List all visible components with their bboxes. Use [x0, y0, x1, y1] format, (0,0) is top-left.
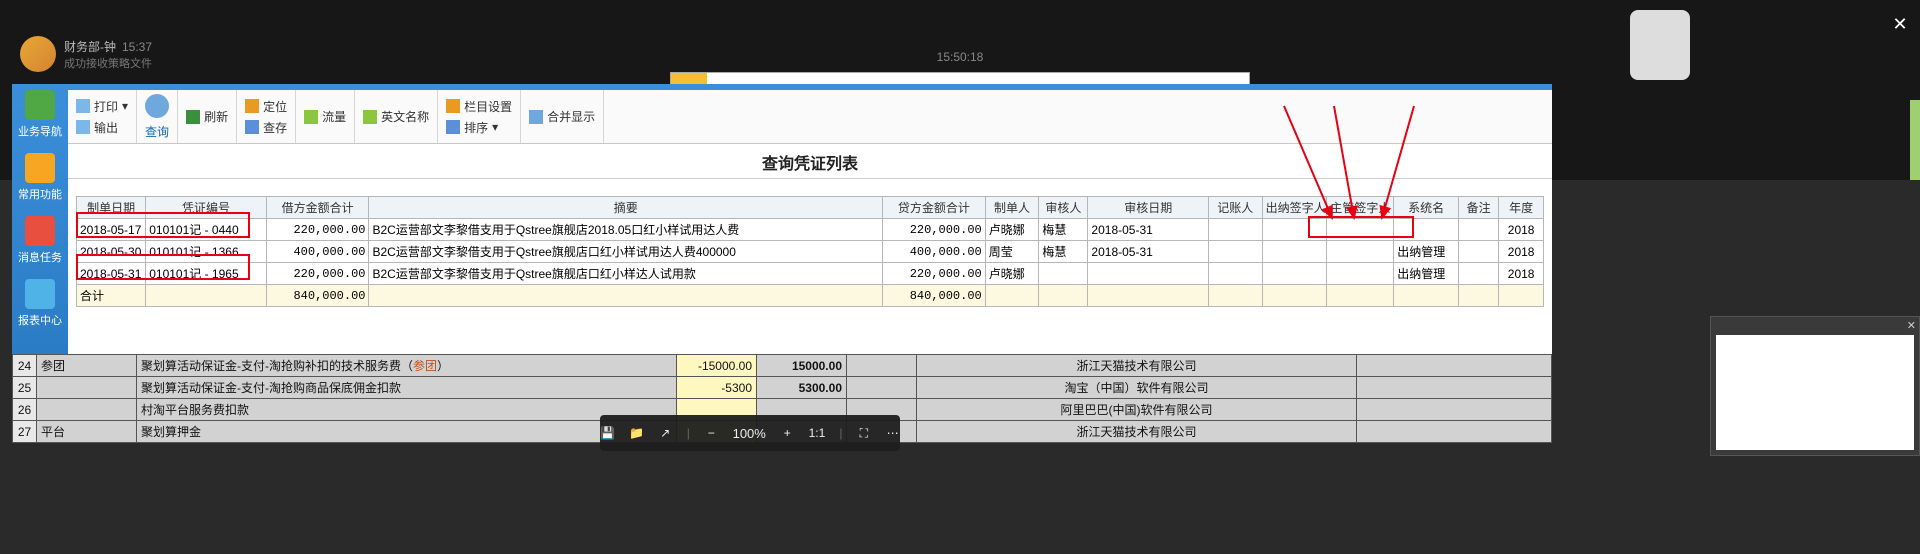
rail-fav[interactable]: 常用功能 [12, 147, 68, 210]
zoom-level: 100% [733, 426, 766, 441]
rail-label: 常用功能 [18, 186, 62, 202]
english-icon [363, 110, 377, 124]
thumbnail[interactable] [1716, 335, 1914, 450]
thumb-close-icon[interactable]: ✕ [1907, 319, 1916, 332]
merge-button[interactable]: 合并显示 [529, 107, 595, 126]
chat-name: 财务部-钟 [64, 40, 116, 54]
rail-msg[interactable]: 消息任务 [12, 210, 68, 273]
sort-button[interactable]: 排序 ▾ [446, 118, 512, 137]
refresh-icon [186, 110, 200, 124]
flow-button[interactable]: 流量 [304, 107, 346, 126]
search-icon [145, 94, 169, 118]
refresh-button[interactable]: 刷新 [186, 107, 228, 126]
share-icon[interactable]: ↗ [658, 424, 673, 442]
flow-icon [304, 110, 318, 124]
export-button[interactable]: 输出 [76, 118, 128, 137]
close-icon[interactable]: ✕ [1888, 12, 1912, 36]
locate-icon [245, 99, 259, 113]
thumbnail-panel: ✕ [1710, 316, 1920, 456]
print-button[interactable]: 打印 ▾ [76, 97, 128, 116]
print-icon [76, 99, 90, 113]
nav-icon [25, 90, 55, 120]
more-icon[interactable]: ⋯ [885, 424, 900, 442]
col-adate[interactable]: 审核日期 [1088, 197, 1209, 219]
save-query-button[interactable]: 查存 [245, 118, 287, 137]
bg-row: 24参团聚划算活动保证金-支付-淘抢购补扣的技术服务费（参团）-15000.00… [13, 355, 1552, 377]
table-row[interactable]: 2018-05-31010101记 - 1965220,000.00B2C运营部… [77, 263, 1544, 285]
zoom-out-icon[interactable]: − [704, 424, 719, 442]
col-date[interactable]: 制单日期 [77, 197, 146, 219]
col-auditor[interactable]: 审核人 [1039, 197, 1088, 219]
chat-time: 15:37 [122, 40, 152, 54]
bg-row: 25聚划算活动保证金-支付-淘抢购商品保底佣金扣款-53005300.00淘宝（… [13, 377, 1552, 399]
column-setting-button[interactable]: 栏目设置 [446, 97, 512, 116]
chat-subtext: 成功接收策略文件 [64, 55, 152, 71]
avatar-figure [1630, 10, 1690, 80]
col-summary[interactable]: 摘要 [369, 197, 883, 219]
mail-icon [25, 216, 55, 246]
rail-label: 业务导航 [18, 123, 62, 139]
star-icon [25, 153, 55, 183]
col-debit[interactable]: 借方金额合计 [266, 197, 369, 219]
clock: 15:50:18 [937, 50, 984, 64]
rail-report[interactable]: 报表中心 [12, 273, 68, 336]
query-button[interactable]: 查询 [145, 123, 169, 140]
rail-nav[interactable]: 业务导航 [12, 84, 68, 147]
locate-button[interactable]: 定位 [245, 97, 287, 116]
actual-size-icon[interactable]: 1:1 [809, 424, 826, 442]
save-icon [245, 120, 259, 134]
sort-icon [446, 120, 460, 134]
col-vno[interactable]: 凭证编号 [146, 197, 267, 219]
rail-label: 报表中心 [18, 312, 62, 328]
fit-icon[interactable]: ⛶ [856, 424, 871, 442]
col-remark[interactable]: 备注 [1459, 197, 1499, 219]
col-credit[interactable]: 贷方金额合计 [883, 197, 986, 219]
rail-label: 消息任务 [18, 249, 62, 265]
col-maker[interactable]: 制单人 [985, 197, 1039, 219]
merge-icon [529, 110, 543, 124]
scrollbar[interactable] [1910, 100, 1920, 180]
folder-icon[interactable]: 📁 [629, 424, 644, 442]
zoom-in-icon[interactable]: + [780, 424, 795, 442]
save-icon[interactable]: 💾 [600, 424, 615, 442]
english-button[interactable]: 英文名称 [363, 107, 429, 126]
column-icon [446, 99, 460, 113]
table-row[interactable]: 2018-05-30010101记 - 1366400,000.00B2C运营部… [77, 241, 1544, 263]
report-icon [25, 279, 55, 309]
col-year[interactable]: 年度 [1499, 197, 1544, 219]
col-poster[interactable]: 记账人 [1208, 197, 1262, 219]
viewer-toolbar: 💾 📁 ↗ | − 100% + 1:1 | ⛶ ⋯ [600, 415, 900, 451]
export-icon [76, 120, 90, 134]
chat-avatar [20, 36, 56, 72]
